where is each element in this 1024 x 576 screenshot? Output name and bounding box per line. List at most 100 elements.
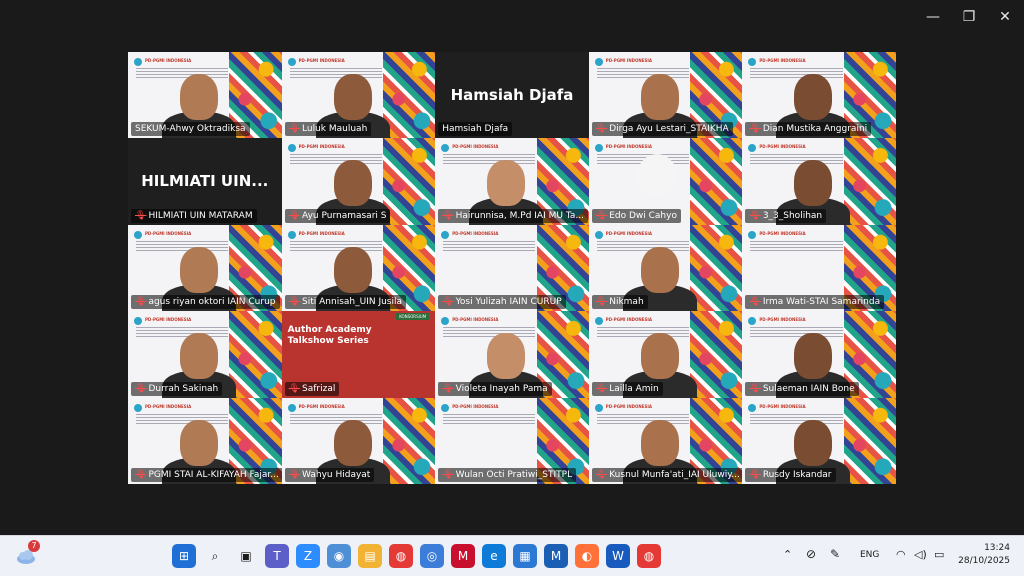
participant-tile[interactable]: PD-PGMI INDONESIA 🎙 agus riyan oktori IAIN… (128, 224, 282, 312)
minimize-button[interactable]: — (916, 4, 950, 30)
chevron-up-icon[interactable]: ⌃ (783, 548, 792, 561)
clock-time[interactable]: 13:24 (974, 543, 1010, 553)
decorative-pattern (382, 138, 436, 225)
participant-name-label: 🎙 PGMI STAI AL-KIFAYAH Fajar... (131, 467, 282, 482)
logo-icon (594, 58, 603, 66)
participant-name: Hamsiah Djafa (442, 124, 509, 135)
muted-mic-icon: 🎙 (595, 297, 608, 308)
teams-icon[interactable]: T (265, 544, 289, 568)
participant-name-label: 🎙 Kusnul Munfa'ati_IAI Uluwiy... (591, 467, 743, 482)
zoom-icon[interactable]: Z (296, 544, 320, 568)
participant-tile[interactable]: PD-PGMI INDONESIA 🎙 Nikmah (588, 224, 743, 312)
slide-text-block (136, 327, 229, 340)
participant-video (640, 74, 679, 120)
muted-mic-icon: 🎙 (749, 383, 761, 394)
decorative-pattern (843, 138, 896, 225)
search-icon[interactable]: ⌕ (203, 544, 227, 568)
task-view-icon[interactable]: ▣ (234, 544, 258, 568)
chrome-profile-icon[interactable]: ◍ (637, 544, 661, 568)
logo-icon (134, 317, 142, 326)
browser-app-icon[interactable]: ◉ (327, 544, 351, 568)
close-icon: ✕ (999, 9, 1011, 25)
slide-text-block (289, 68, 382, 80)
participant-video (794, 160, 833, 207)
participant-tile[interactable]: PD-PGMI INDONESIA 🎙 PGMI STAI AL-KIFAYAH F… (128, 397, 282, 484)
participant-tile[interactable]: PD-PGMI INDONESIA 🎙 Luluk Mauluah (281, 52, 436, 139)
participant-name: Rusdy Iskandar (762, 469, 832, 480)
participant-tile[interactable]: Author Academy Talkshow Series KONSORSIUM… (281, 311, 436, 398)
participant-tile[interactable]: PD-PGMI INDONESIA 🎙 Dirga Ayu Lestari_STAI… (588, 52, 743, 139)
participant-tile[interactable]: PD-PGMI INDONESIA 🎙 Edo Dwi Cahyo (588, 138, 743, 225)
participant-tile[interactable]: PD-PGMI INDONESIA 🎙 Durrah Sakinah (128, 311, 282, 398)
slide-brand: PD-PGMI INDONESIA (605, 317, 652, 323)
participant-name-label: 🎙 Nikmah (591, 295, 648, 310)
participant-tile[interactable]: PD-PGMI INDONESIA 🎙 Rusdy Iskandar (742, 397, 896, 484)
slide-text-block (750, 240, 843, 253)
participant-tile[interactable]: PD-PGMI INDONESIA 🎙 Lailla Amin (588, 311, 743, 398)
slide-brand: PD-PGMI INDONESIA (298, 403, 345, 409)
teams-tray-icon[interactable]: ⊘ (806, 547, 816, 561)
participant-name-label: 🎙 agus riyan oktori IAIN Curup (131, 295, 280, 310)
participant-tile[interactable]: HILMIATI UIN... 🎙 HILMIATI UIN MATARAM (128, 138, 282, 225)
participant-tile[interactable]: PD-PGMI INDONESIA 🎙 Hairunnisa, M.Pd IAI M… (435, 138, 589, 225)
word-icon[interactable]: W (606, 544, 630, 568)
participant-name: Siti Annisah_UIN Jusila (302, 297, 403, 308)
clock-date[interactable]: 28/10/2025 (956, 556, 1010, 566)
participant-tile[interactable]: PD-PGMI INDONESIA 🎙 Violeta Inayah Pama (435, 311, 589, 398)
maximize-button[interactable]: ❐ (952, 4, 986, 30)
muted-mic-icon: 🎙 (135, 383, 147, 394)
decorative-pattern (382, 397, 436, 484)
edge-icon[interactable]: e (482, 544, 506, 568)
wifi-icon[interactable]: ◠ (896, 548, 906, 561)
participant-tile[interactable]: PD-PGMI INDONESIA 🎙 3_3_Sholihan (742, 138, 896, 225)
slide-text-block (443, 327, 536, 340)
file-explorer-icon[interactable]: ▤ (358, 544, 382, 568)
participant-tile[interactable]: PD-PGMI INDONESIA 🎙 Sulaeman IAIN Bone (742, 311, 896, 398)
store-icon[interactable]: ▦ (513, 544, 537, 568)
participant-tile[interactable]: PD-PGMI INDONESIA SEKUM-Ahwy Oktradiksa (128, 52, 282, 139)
battery-icon[interactable]: ▭ (934, 548, 944, 561)
weather-widget[interactable]: 7 (14, 540, 40, 568)
chrome-icon[interactable]: ◍ (389, 544, 413, 568)
participant-name-label: 🎙 Safrizal (284, 381, 340, 396)
participant-tile[interactable]: PD-PGMI INDONESIA 🎙 Kusnul Munfa'ati_IAI U… (588, 397, 743, 484)
gallery-grid: PD-PGMI INDONESIA SEKUM-Ahwy Oktradiksa PD… (128, 52, 896, 484)
participant-name-label: 🎙 Violeta Inayah Pama (438, 381, 552, 396)
participant-name: PGMI STAI AL-KIFAYAH Fajar... (148, 469, 279, 480)
logo-icon (441, 317, 450, 326)
participant-name-label: 🎙 Edo Dwi Cahyo (591, 208, 681, 223)
mail-app-icon[interactable]: M (544, 544, 568, 568)
participant-tile[interactable]: PD-PGMI INDONESIA 🎙 Ayu Purnamasari S (281, 138, 436, 225)
participant-tile[interactable]: PD-PGMI INDONESIA 🎙 Wahyu Hidayat (281, 397, 436, 484)
participant-video (180, 74, 218, 120)
participant-name: Lailla Amin (609, 383, 659, 394)
participant-tile[interactable]: PD-PGMI INDONESIA 🎙 Siti Annisah_UIN Jusil… (281, 224, 436, 312)
volume-icon[interactable]: ◁) (914, 548, 927, 561)
participant-name: Durrah Sakinah (148, 383, 219, 394)
participant-name: Kusnul Munfa'ati_IAI Uluwiy... (609, 469, 740, 480)
participant-tile[interactable]: Hamsiah Djafa Hamsiah Djafa (435, 52, 589, 139)
participant-tile[interactable]: PD-PGMI INDONESIA 🎙 Yosi Yulizah IAIN CURU… (435, 224, 589, 312)
muted-mic-icon: 🎙 (749, 210, 761, 221)
firefox-icon[interactable]: ◐ (575, 544, 599, 568)
mcafee-icon[interactable]: M (451, 544, 475, 568)
participant-tile[interactable]: PD-PGMI INDONESIA 🎙 Dian Mustika Anggraini (742, 52, 896, 139)
muted-mic-icon: 🎙 (135, 210, 147, 221)
language-indicator[interactable]: ENG (860, 550, 879, 560)
pen-icon[interactable]: ✎ (830, 547, 840, 561)
participant-name-label: 🎙 Durrah Sakinah (131, 381, 223, 396)
participant-name: Luluk Mauluah (302, 124, 368, 135)
slide-brand: PD-PGMI INDONESIA (759, 403, 806, 409)
participant-name-label: 🎙 Luluk Mauluah (284, 122, 372, 137)
close-button[interactable]: ✕ (988, 4, 1022, 30)
slide-text-block (750, 327, 843, 340)
globe-app-icon[interactable]: ◎ (420, 544, 444, 568)
slide-brand: PD-PGMI INDONESIA (452, 403, 499, 409)
participant-name-label: 🎙 3_3_Sholihan (745, 208, 827, 223)
logo-icon (594, 144, 603, 153)
windows-start-icon[interactable]: ⊞ (172, 544, 196, 568)
logo-icon (287, 403, 296, 412)
participant-tile[interactable]: PD-PGMI INDONESIA 🎙 Wulan Octi Pratiwi_STI… (435, 397, 589, 484)
participant-tile[interactable]: PD-PGMI INDONESIA 🎙 Irma Wati-STAI Samarin… (742, 224, 896, 312)
participant-video (640, 333, 679, 380)
